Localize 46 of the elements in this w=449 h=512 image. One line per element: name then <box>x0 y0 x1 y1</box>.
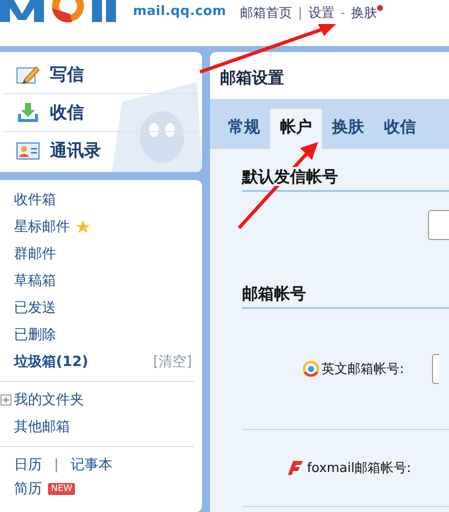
action-label: 收信 <box>50 102 84 124</box>
folder-item[interactable]: 简历 NEW <box>0 478 202 500</box>
folder-item[interactable]: 其他邮箱 <box>0 413 202 440</box>
calendar-link[interactable]: 日历 <box>14 456 42 474</box>
section-heading: 默认发信帐号 <box>242 167 338 186</box>
inbox-download-icon <box>16 102 40 124</box>
action-item[interactable]: 通讯录 <box>4 132 198 170</box>
folder-item[interactable]: 已删除 <box>0 321 202 348</box>
action-item[interactable]: 写信 <box>4 56 198 94</box>
action-item[interactable]: 收信 <box>4 94 198 132</box>
folder-item[interactable]: 草稿箱 <box>0 267 202 294</box>
notes-link[interactable]: 记事本 <box>70 456 113 474</box>
logo-url: mail.qq.com <box>133 4 226 19</box>
account-select[interactable] <box>428 210 449 240</box>
contact-card-icon <box>16 140 40 160</box>
settings-tab[interactable]: 换肤 <box>322 109 374 149</box>
header-link[interactable]: 邮箱首页 <box>240 4 292 22</box>
header-link[interactable]: 换肤 <box>351 4 378 22</box>
folder-item[interactable]: 收件箱 <box>0 186 202 213</box>
input-field[interactable] <box>432 354 439 384</box>
folder-label: 简历 <box>14 480 42 498</box>
header-link[interactable]: 设置 <box>308 4 334 22</box>
link-separator: - <box>340 6 346 20</box>
new-badge: NEW <box>48 483 76 495</box>
ring-logo-icon <box>302 361 319 377</box>
folder-item[interactable]: 群邮件 <box>0 240 202 267</box>
link-separator: | <box>298 6 302 20</box>
folder-label: 我的文件夹 <box>14 390 84 408</box>
field-label: 英文邮箱帐号: <box>302 360 404 378</box>
pencil-icon <box>16 64 40 86</box>
field-label: foxmail邮箱帐号: <box>288 459 411 477</box>
action-label: 写信 <box>50 64 84 86</box>
action-label: 通讯录 <box>50 140 101 162</box>
folder-item[interactable]: 垃圾箱(12) <box>14 352 88 370</box>
settings-tab[interactable]: 帐户 <box>270 109 322 149</box>
folder-item[interactable]: 已发送 <box>0 294 202 321</box>
folder-item[interactable]: 星标邮件 <box>0 213 202 240</box>
settings-tab[interactable]: 常规 <box>218 109 270 149</box>
link-separator: | <box>54 456 59 472</box>
folder-label: 其他邮箱 <box>14 418 70 436</box>
section-heading: 邮箱帐号 <box>242 284 306 303</box>
settings-title: 邮箱设置 <box>219 67 285 89</box>
folder-item[interactable]: 我的文件夹 <box>0 386 202 413</box>
expand-icon[interactable] <box>0 394 12 406</box>
settings-tab[interactable]: 收信 <box>374 109 426 149</box>
foxmail-logo-icon <box>288 459 304 477</box>
